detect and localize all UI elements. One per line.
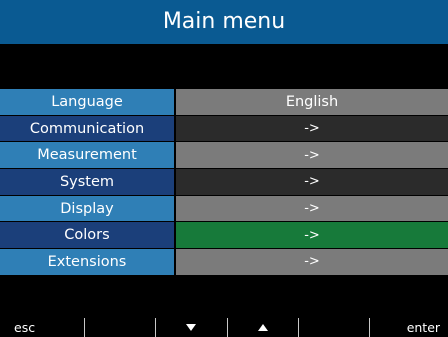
menu-item-label: Language xyxy=(0,89,174,115)
menu-item-measurement[interactable]: Measurement -> xyxy=(0,142,448,169)
menu-item-display[interactable]: Display -> xyxy=(0,195,448,222)
down-arrow-icon xyxy=(186,324,197,331)
esc-softkey[interactable]: esc xyxy=(0,318,84,337)
menu-item-arrow: -> xyxy=(176,142,448,169)
menu-item-communication[interactable]: Communication -> xyxy=(0,115,448,142)
menu-item-arrow: -> xyxy=(176,249,448,275)
menu-item-label: System xyxy=(0,169,174,195)
menu-item-label: Colors xyxy=(0,222,174,249)
empty-softkey[interactable] xyxy=(84,318,155,337)
menu-item-colors[interactable]: Colors -> xyxy=(0,222,448,249)
menu-item-extensions[interactable]: Extensions -> xyxy=(0,249,448,275)
up-arrow-icon xyxy=(257,324,268,331)
menu-item-arrow-selected: -> xyxy=(176,222,448,249)
down-softkey[interactable] xyxy=(155,318,226,337)
menu-item-system[interactable]: System -> xyxy=(0,169,448,195)
page-title: Main menu xyxy=(0,0,448,44)
enter-softkey[interactable]: enter xyxy=(368,318,448,337)
menu-item-language[interactable]: Language English xyxy=(0,89,448,115)
menu-item-arrow: -> xyxy=(176,169,448,195)
menu-item-label: Measurement xyxy=(0,142,174,169)
softkey-bar: esc enter xyxy=(0,318,448,337)
menu-item-arrow: -> xyxy=(176,115,448,142)
empty-softkey[interactable] xyxy=(297,318,369,337)
menu-item-label: Communication xyxy=(0,115,174,142)
menu-item-value: English xyxy=(176,89,448,115)
main-menu-screen: Main menu Language English Communication… xyxy=(0,0,448,337)
menu-item-label: Display xyxy=(0,195,174,222)
up-softkey[interactable] xyxy=(226,318,298,337)
menu-item-label: Extensions xyxy=(0,249,174,275)
menu-list: Language English Communication -> Measur… xyxy=(0,89,448,276)
menu-item-arrow: -> xyxy=(176,195,448,222)
